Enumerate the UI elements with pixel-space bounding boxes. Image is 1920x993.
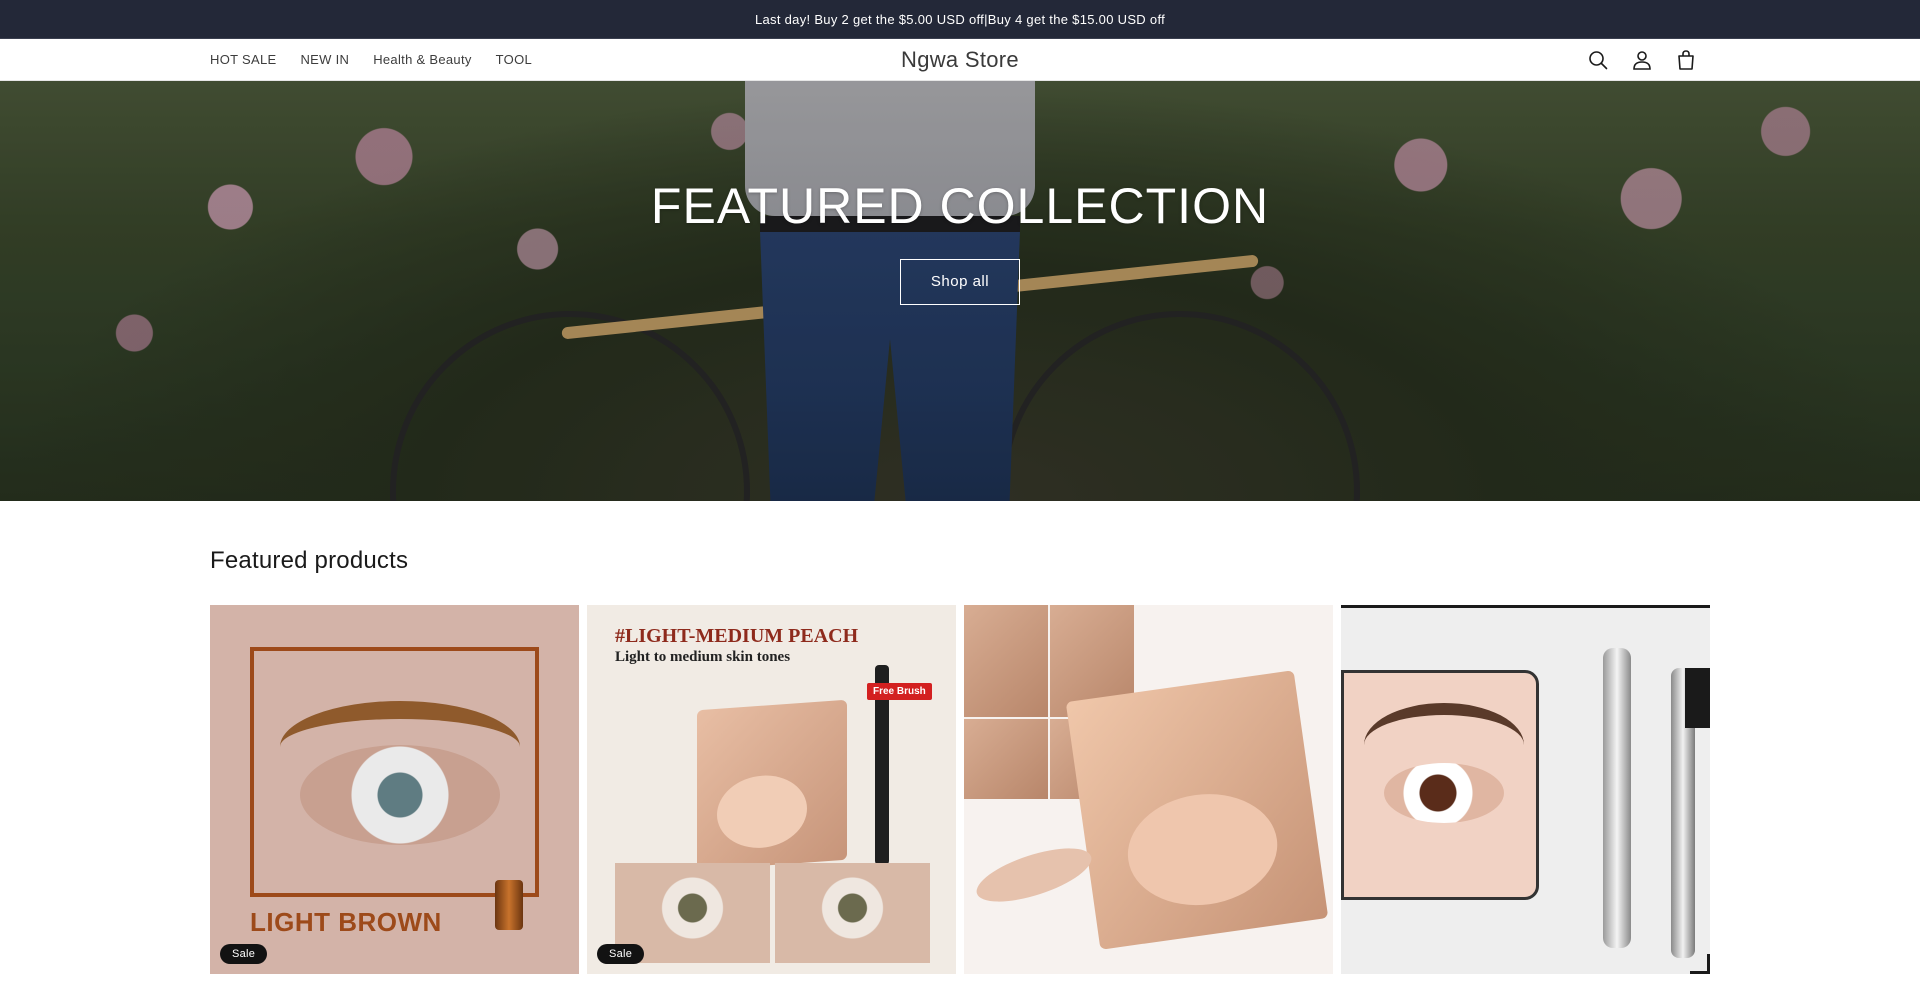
hero-title: FEATURED COLLECTION bbox=[650, 178, 1270, 234]
site-header: HOT SALE NEW IN Health & Beauty TOOL Ngw… bbox=[0, 39, 1920, 81]
product-card[interactable] bbox=[1341, 605, 1710, 974]
product-image-face bbox=[964, 719, 1048, 799]
product-image-mascara-tube bbox=[1603, 648, 1631, 948]
hero-banner: FEATURED COLLECTION Shop all bbox=[0, 81, 1920, 501]
main-nav: HOT SALE NEW IN Health & Beauty TOOL bbox=[210, 39, 532, 80]
product-card[interactable]: LIGHT BROWN Sale bbox=[210, 605, 579, 974]
product-image-face bbox=[964, 605, 1048, 717]
nav-item-tool[interactable]: TOOL bbox=[496, 52, 532, 67]
announcement-bar: Last day! Buy 2 get the $5.00 USD off|Bu… bbox=[0, 0, 1920, 39]
product-image-eye bbox=[1341, 670, 1539, 900]
product-card[interactable] bbox=[964, 605, 1333, 974]
product-image-corner bbox=[1690, 954, 1710, 974]
search-icon[interactable] bbox=[1586, 48, 1610, 72]
nav-item-new-in[interactable]: NEW IN bbox=[300, 52, 349, 67]
product-image-tag: Free Brush bbox=[867, 683, 932, 700]
product-card[interactable]: #LIGHT-MEDIUM PEACH Light to medium skin… bbox=[587, 605, 956, 974]
product-image-compact bbox=[1065, 670, 1329, 950]
hero-content: FEATURED COLLECTION Shop all bbox=[0, 177, 1920, 305]
featured-products-title: Featured products bbox=[210, 547, 409, 574]
product-image-after-eye bbox=[775, 863, 930, 963]
sale-badge: Sale bbox=[220, 944, 268, 964]
shop-all-button[interactable]: Shop all bbox=[899, 259, 1021, 305]
product-image-eye bbox=[300, 745, 500, 845]
featured-products-section: Featured products LIGHT BROWN Sale #LIGH… bbox=[0, 501, 1920, 974]
sale-badge: Sale bbox=[597, 944, 645, 964]
product-grid: LIGHT BROWN Sale #LIGHT-MEDIUM PEACH Lig… bbox=[210, 605, 1710, 974]
header-icons bbox=[1586, 39, 1698, 80]
announcement-text: Last day! Buy 2 get the $5.00 USD off|Bu… bbox=[754, 11, 1166, 27]
product-image-swatch bbox=[970, 837, 1098, 913]
nav-item-hot-sale[interactable]: HOT SALE bbox=[210, 52, 276, 67]
nav-item-health-beauty[interactable]: Health & Beauty bbox=[373, 52, 471, 67]
product-image-bottle bbox=[495, 880, 523, 930]
product-image-heading: #LIGHT-MEDIUM PEACH bbox=[615, 625, 859, 647]
product-image-label: LIGHT BROWN bbox=[250, 907, 442, 937]
store-logo[interactable]: Ngwa Store bbox=[901, 47, 1019, 73]
cart-icon[interactable] bbox=[1674, 48, 1698, 72]
account-icon[interactable] bbox=[1630, 48, 1654, 72]
product-image-compact bbox=[697, 699, 847, 871]
product-image-wand-brush bbox=[1685, 668, 1710, 728]
product-image-subheading: Light to medium skin tones bbox=[615, 649, 791, 665]
